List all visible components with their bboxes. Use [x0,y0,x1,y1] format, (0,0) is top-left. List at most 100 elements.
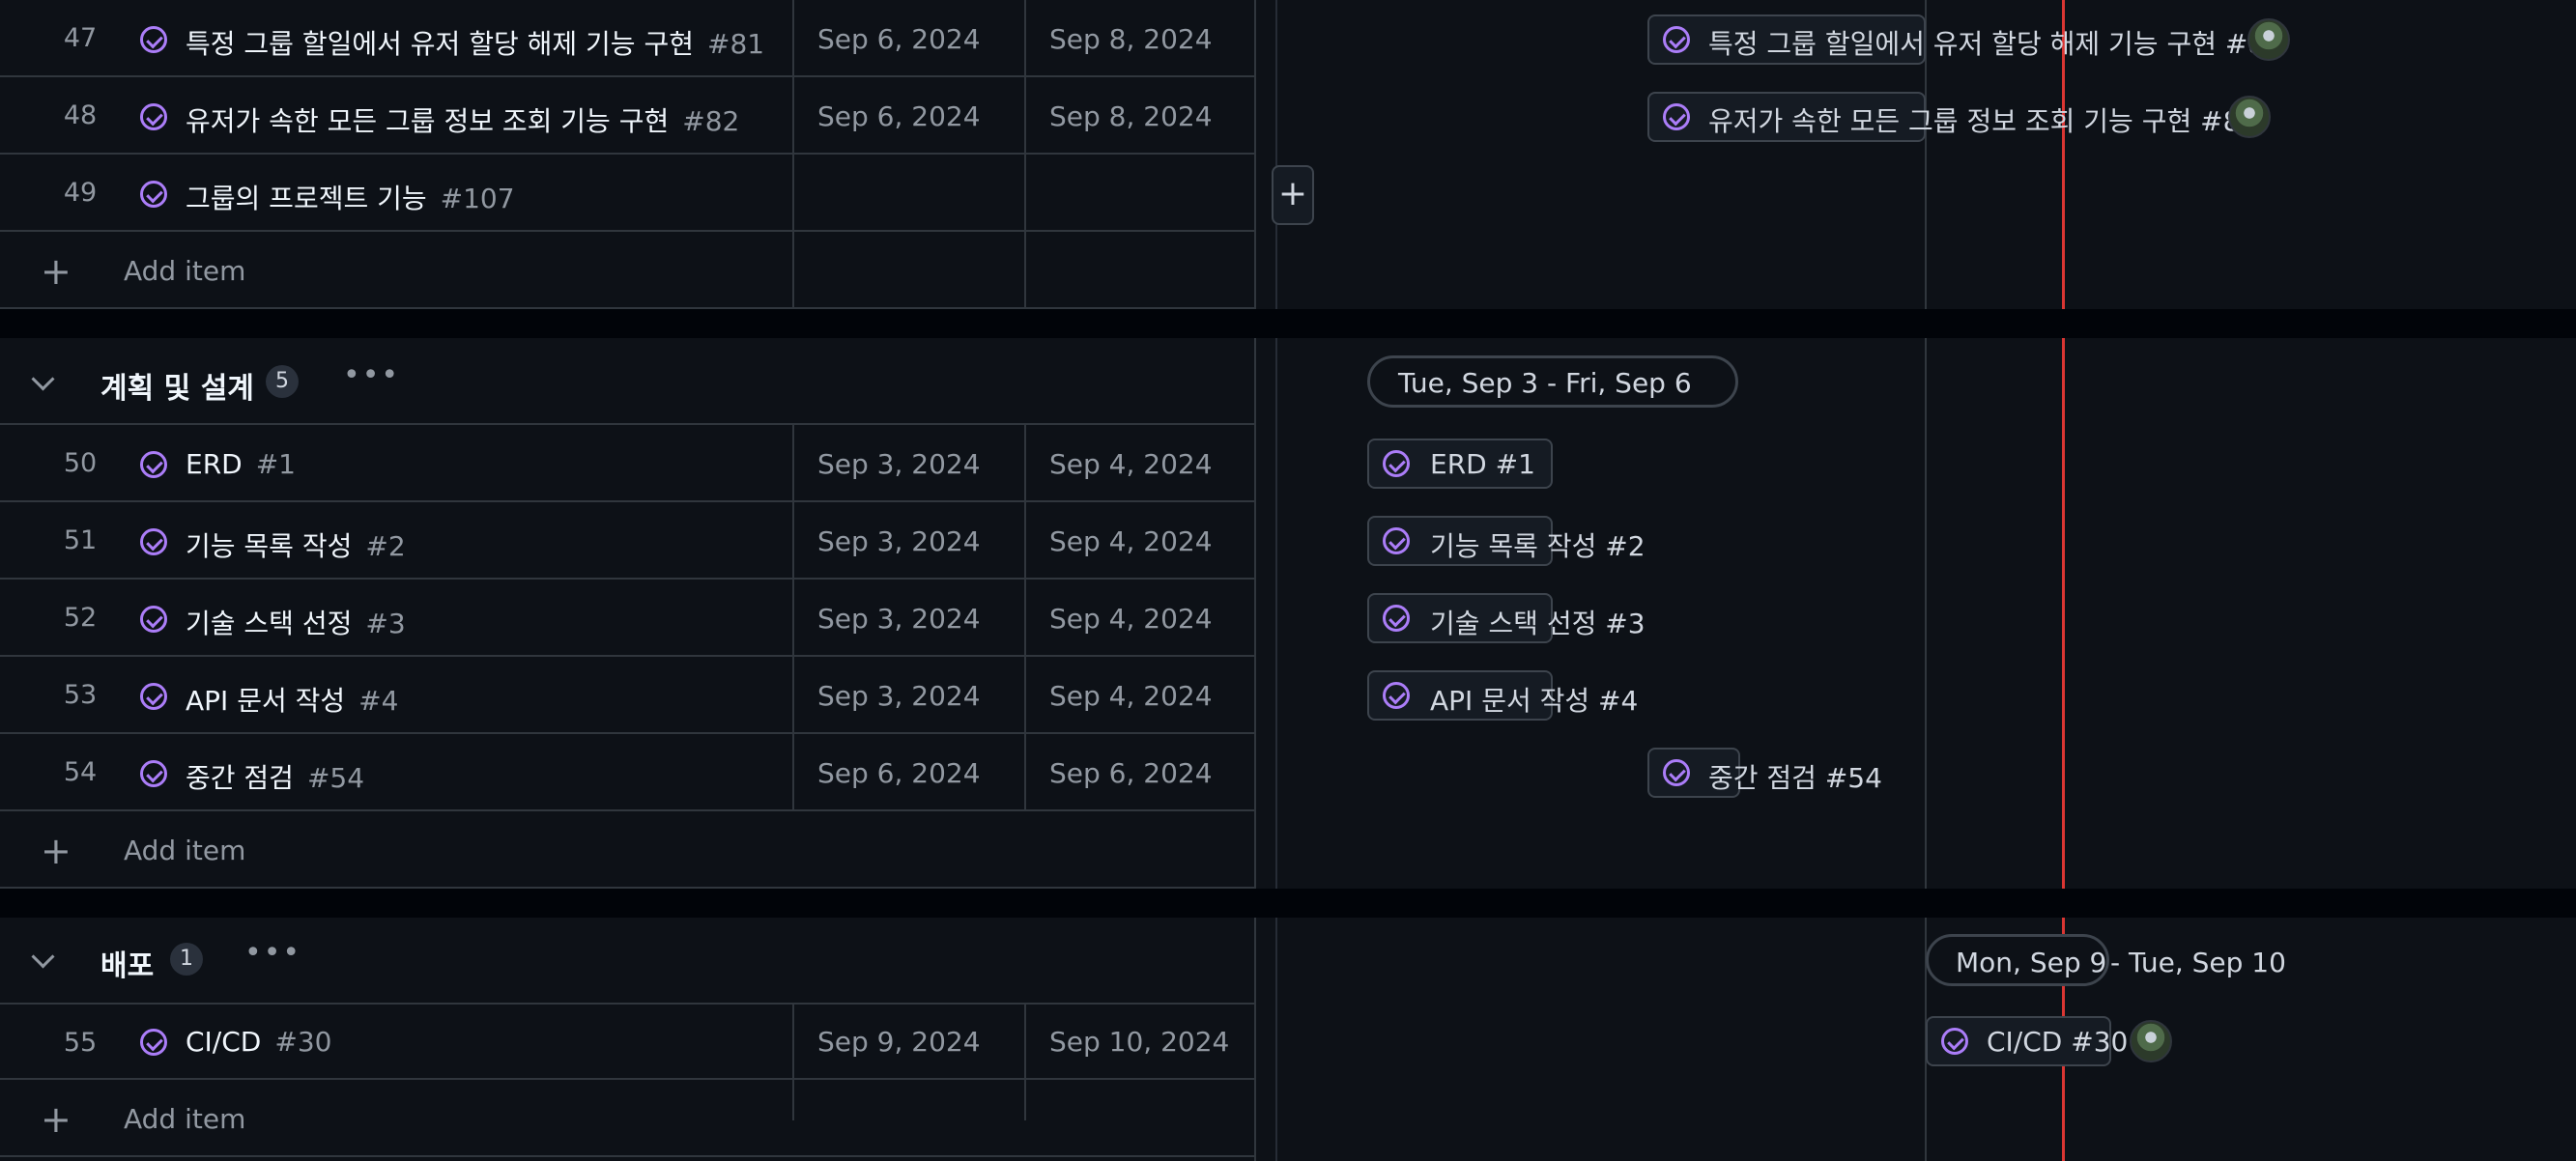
issue-number[interactable]: #4 [358,685,398,717]
end-date[interactable]: Sep 4, 2024 [1049,680,1213,712]
end-date[interactable]: Sep 4, 2024 [1049,525,1213,557]
row-number: 49 [63,178,98,208]
issue-title[interactable]: 유저가 속한 모든 그룹 정보 조회 기능 구현 [186,105,669,137]
column-divider [1024,1005,1026,1120]
date-range-label: Mon, Sep 9 [1956,947,2107,978]
column-divider [1024,425,1026,809]
start-date[interactable]: Sep 6, 2024 [817,757,981,789]
column-divider [1024,0,1026,309]
kebab-horizontal-icon[interactable]: ••• [244,939,301,968]
group-divider [0,1155,1256,1157]
item-count-badge: 1 [170,943,203,976]
issue-closed-icon [1941,1028,1968,1055]
row-divider [0,423,1256,425]
end-date[interactable]: Sep 8, 2024 [1049,23,1213,55]
issue-number[interactable]: #54 [307,762,364,794]
issue-number[interactable]: #3 [365,608,405,639]
avatar[interactable] [2130,1020,2172,1062]
chevron-down-icon[interactable] [31,367,55,391]
row-title[interactable]: 기술 스택 선정 #3 [186,603,406,641]
issue-closed-icon [140,760,167,787]
end-date[interactable]: Sep 6, 2024 [1049,757,1213,789]
row-divider [0,1078,1256,1080]
start-date[interactable]: Sep 3, 2024 [817,525,981,557]
row-title[interactable]: ERD #1 [186,448,296,480]
start-date[interactable]: Sep 3, 2024 [817,680,981,712]
start-date[interactable]: Sep 3, 2024 [817,603,981,635]
issue-number[interactable]: #107 [441,183,515,214]
issue-title[interactable]: ERD [186,448,243,480]
row-title[interactable]: CI/CD #30 [186,1026,331,1058]
start-date[interactable]: Sep 6, 2024 [817,23,981,55]
issue-closed-icon [1663,103,1690,130]
timeline-bar-label[interactable]: 기술 스택 선정 #3 [1430,603,1646,641]
kebab-horizontal-icon[interactable]: ••• [343,361,400,390]
issue-number[interactable]: #1 [256,448,296,480]
row-title[interactable]: 기능 목록 작성 #2 [186,525,406,564]
row-divider [0,655,1256,657]
issue-title[interactable]: API 문서 작성 [186,685,345,717]
chevron-down-icon[interactable] [31,945,55,969]
timeline-bar-label[interactable]: 유저가 속한 모든 그룹 정보 조회 기능 구현 #82 [1708,100,2257,139]
column-divider [792,1005,794,1120]
issue-title[interactable]: 기술 스택 선정 [186,608,352,639]
timeline-bar-label[interactable]: 중간 점검 #54 [1708,757,1882,796]
row-title[interactable]: 중간 점검 #54 [186,757,364,796]
row-number: 54 [63,757,98,787]
row-number: 47 [63,23,98,53]
timeline-bar-label[interactable]: API 문서 작성 #4 [1430,680,1638,719]
date-range-end-label: - Tue, Sep 10 [2110,947,2286,978]
end-date[interactable]: Sep 4, 2024 [1049,448,1213,480]
issue-title[interactable]: 중간 점검 [186,762,294,794]
end-date[interactable]: Sep 10, 2024 [1049,1026,1229,1058]
plus-icon[interactable]: + [41,253,72,290]
plus-icon[interactable]: + [41,833,72,869]
timeline-bar-label[interactable]: 특정 그룹 할일에서 유저 할당 해제 기능 구현 #81 [1708,23,2282,62]
row-divider [0,809,1256,811]
issue-closed-icon [1383,682,1410,709]
issue-title[interactable]: CI/CD [186,1026,261,1058]
issue-closed-icon [140,683,167,710]
issue-title[interactable]: 기능 목록 작성 [186,530,352,562]
timeline-bar-label[interactable]: 기능 목록 작성 #2 [1430,525,1646,564]
issue-closed-icon [1663,26,1690,53]
add-date-button[interactable]: + [1272,165,1314,225]
plus-icon[interactable]: + [41,1101,72,1138]
start-date[interactable]: Sep 6, 2024 [817,100,981,132]
timeline-bar-label[interactable]: ERD #1 [1430,448,1535,480]
issue-number[interactable]: #81 [707,28,764,60]
issue-closed-icon [140,181,167,208]
row-number: 53 [63,680,98,710]
issue-closed-icon [140,451,167,478]
avatar[interactable] [2228,96,2271,138]
start-date[interactable]: Sep 3, 2024 [817,448,981,480]
timeline-week-line [1925,0,1927,1161]
issue-title[interactable]: 그룹의 프로젝트 기능 [186,183,427,214]
group-title: 배포 [100,949,155,983]
timeline-bar-label[interactable]: CI/CD #30 [1987,1026,2128,1058]
row-title[interactable]: API 문서 작성 #4 [186,680,398,719]
end-date[interactable]: Sep 4, 2024 [1049,603,1213,635]
issue-title[interactable]: 특정 그룹 할일에서 유저 할당 해제 기능 구현 [186,28,694,60]
row-title[interactable]: 그룹의 프로젝트 기능 #107 [186,178,515,216]
add-item-button[interactable]: Add item [124,1103,245,1135]
add-item-button[interactable]: Add item [124,835,245,866]
end-date[interactable]: Sep 8, 2024 [1049,100,1213,132]
start-date[interactable]: Sep 9, 2024 [817,1026,981,1058]
row-number: 50 [63,448,98,478]
group-separator [0,309,2576,338]
issue-closed-icon [1383,450,1410,477]
row-title[interactable]: 특정 그룹 할일에서 유저 할당 해제 기능 구현 #81 [186,23,764,62]
group-title: 계획 및 설계 [100,372,254,406]
issue-closed-icon [140,606,167,633]
row-title[interactable]: 유저가 속한 모든 그룹 정보 조회 기능 구현 #82 [186,100,739,139]
issue-number[interactable]: #82 [682,105,739,137]
column-divider [792,425,794,809]
issue-number[interactable]: #30 [274,1026,331,1058]
row-divider [0,732,1256,734]
avatar[interactable] [2247,18,2290,61]
add-item-button[interactable]: Add item [124,255,245,287]
table-timeline-divider[interactable] [1254,0,1256,1161]
issue-closed-icon [1663,759,1690,786]
issue-number[interactable]: #2 [365,530,405,562]
